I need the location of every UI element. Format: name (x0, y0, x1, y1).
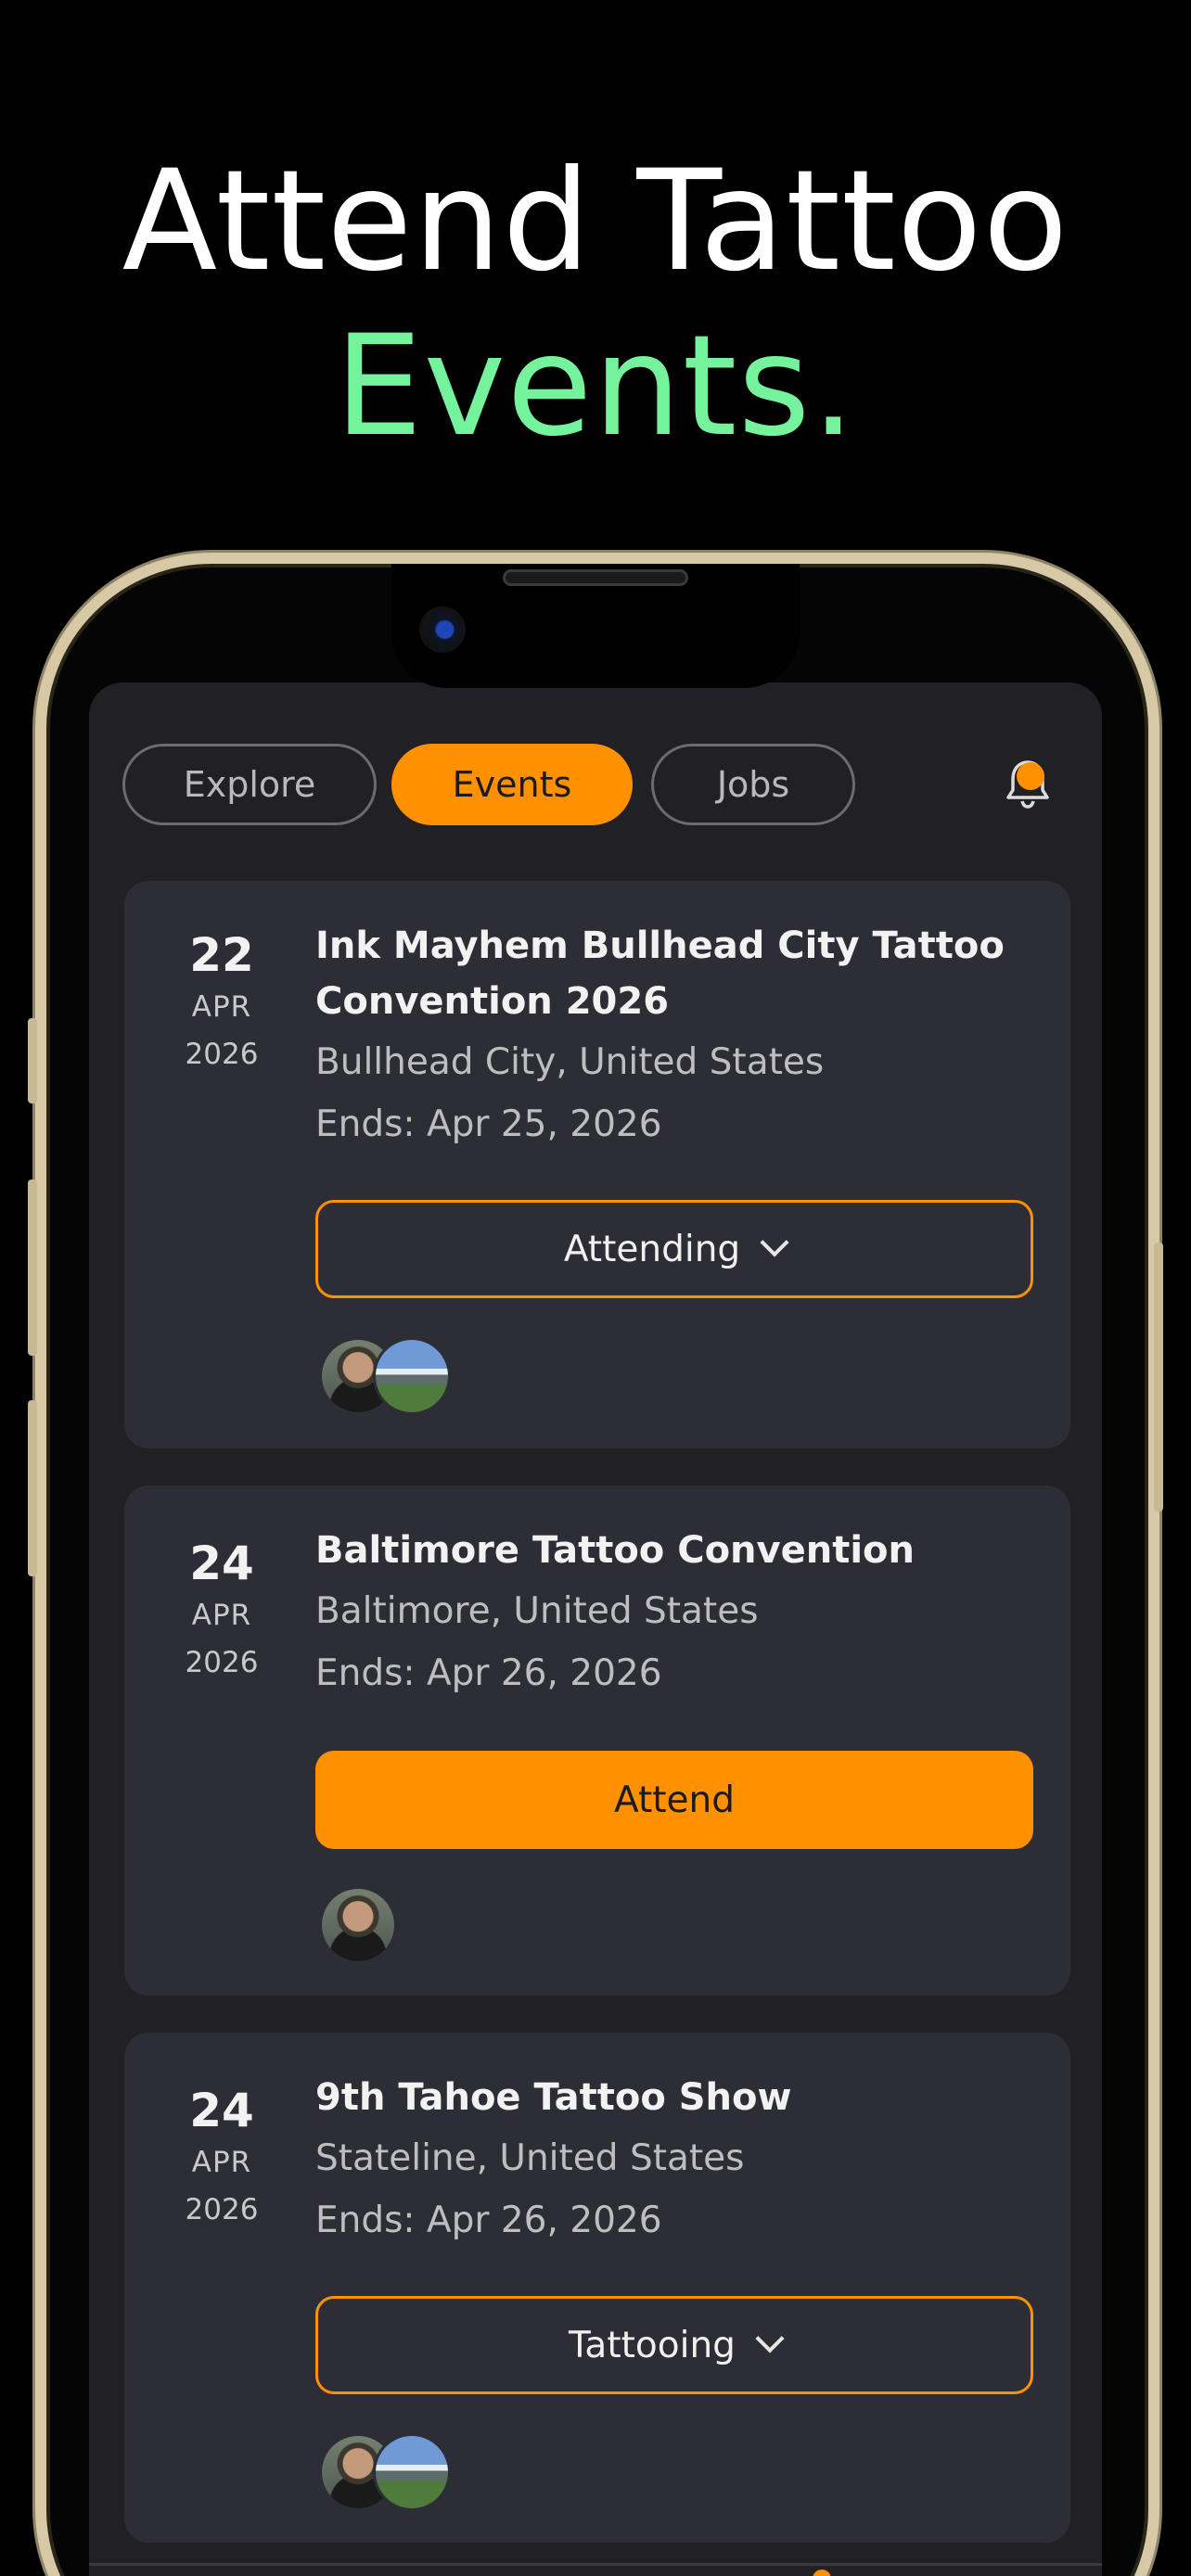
event-month: APR (191, 2146, 252, 2179)
event-day: 24 (189, 2084, 254, 2137)
event-date: 22 APR 2026 (161, 927, 282, 1078)
event-end-date: Ends: Apr 25, 2026 (315, 1103, 662, 1145)
event-info: 9th Tahoe Tattoo Show Stateline, United … (315, 2070, 1033, 2250)
hero-line-2: Events. (334, 306, 857, 467)
unread-badge (1017, 762, 1044, 790)
event-location: Baltimore, United States (315, 1590, 759, 1632)
top-navigation: Explore Events Jobs (122, 744, 1069, 825)
phone-side-button (28, 1018, 37, 1103)
event-day: 24 (189, 1537, 254, 1590)
event-day: 22 (189, 928, 254, 982)
landscape-avatar (373, 2433, 451, 2511)
event-end-date: Ends: Apr 26, 2026 (315, 2200, 662, 2241)
hero-headline: Attend Tattoo Events. (0, 139, 1191, 469)
attend-button[interactable]: Attend (315, 1751, 1033, 1849)
event-info: Baltimore Tattoo Convention Baltimore, U… (315, 1523, 1033, 1702)
chevron-down-icon (760, 1228, 789, 1257)
landscape-avatar (373, 1337, 451, 1415)
notification-button[interactable] (998, 755, 1057, 814)
event-location: Bullhead City, United States (315, 1041, 825, 1083)
phone-side-button (1154, 1243, 1163, 1511)
front-camera (419, 606, 466, 653)
tab-bar-divider (89, 2563, 1102, 2566)
attendance-label: Tattooing (569, 2324, 736, 2366)
event-date: 24 APR 2026 (161, 1536, 282, 1686)
chevron-down-icon (755, 2324, 785, 2353)
event-title: 9th Tahoe Tattoo Show (315, 2076, 792, 2119)
tab-events[interactable]: Events (391, 744, 633, 825)
app-screen: Explore Events Jobs 22 APR 2026 Ink Mayh… (89, 682, 1102, 2576)
phone-side-button (28, 1180, 37, 1356)
tab-explore[interactable]: Explore (122, 744, 377, 825)
event-month: APR (191, 1599, 252, 1632)
phone-side-button (28, 1400, 37, 1576)
event-end-date: Ends: Apr 26, 2026 (315, 1652, 662, 1694)
event-card[interactable]: 22 APR 2026 Ink Mayhem Bullhead City Tat… (124, 881, 1070, 1448)
event-month: APR (191, 990, 252, 1024)
attendance-dropdown[interactable]: Attending (315, 1200, 1033, 1298)
phone-speaker (503, 569, 688, 586)
event-year: 2026 (185, 1646, 259, 1679)
event-card[interactable]: 24 APR 2026 9th Tahoe Tattoo Show Statel… (124, 2033, 1070, 2543)
event-date: 24 APR 2026 (161, 2083, 282, 2233)
event-card[interactable]: 24 APR 2026 Baltimore Tattoo Convention … (124, 1486, 1070, 1996)
event-year: 2026 (185, 1038, 259, 1071)
person-avatar (319, 1886, 397, 1964)
event-title: Ink Mayhem Bullhead City Tattoo Conventi… (315, 925, 1005, 1023)
tab-jobs[interactable]: Jobs (651, 744, 855, 825)
attendance-dropdown[interactable]: Tattooing (315, 2296, 1033, 2394)
event-info: Ink Mayhem Bullhead City Tattoo Conventi… (315, 918, 1033, 1154)
event-title: Baltimore Tattoo Convention (315, 1529, 915, 1572)
tab-bar-indicator (813, 2570, 831, 2576)
event-year: 2026 (185, 2193, 259, 2226)
event-location: Stateline, United States (315, 2137, 745, 2179)
attendance-label: Attending (563, 1228, 741, 1270)
hero-line-1: Attend Tattoo (122, 141, 1069, 302)
